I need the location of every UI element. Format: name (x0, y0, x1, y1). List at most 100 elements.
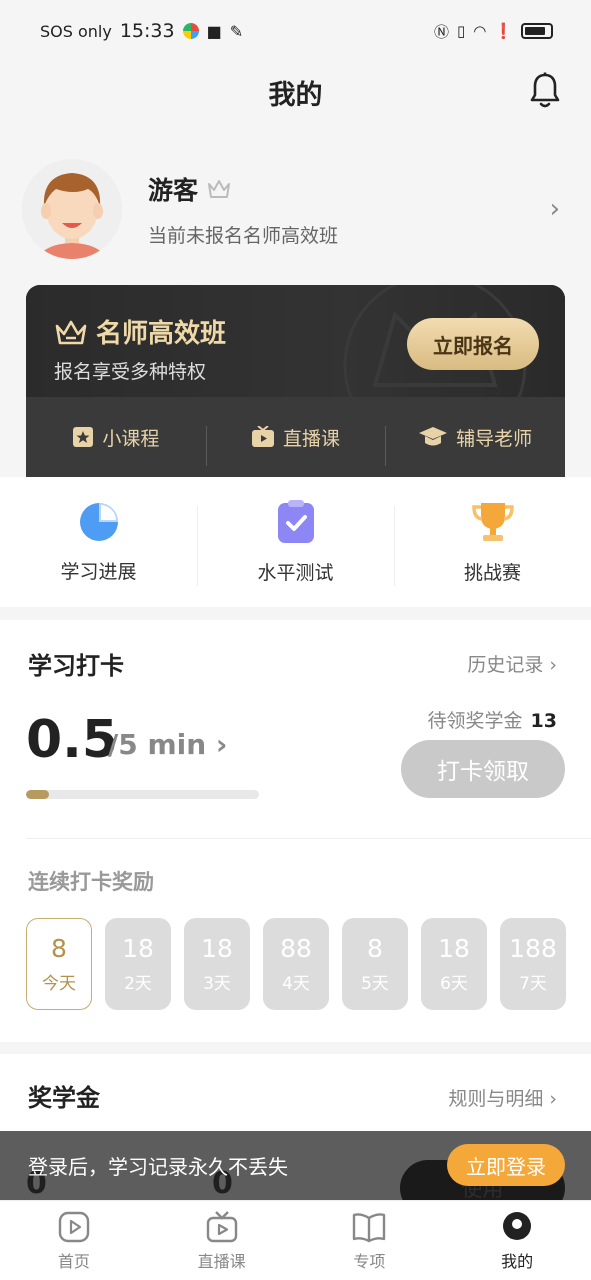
vip-feature-label: 直播课 (283, 427, 341, 450)
tv-icon (252, 426, 274, 447)
carrier-label: SOS only (40, 21, 112, 41)
vip-card: 名师高效班 报名享受多种特权 立即报名 小课程 直播课 辅导老师 (26, 285, 565, 477)
tool-grid: 学习进展 水平测试 挑战赛 (0, 477, 591, 607)
trophy-icon (471, 502, 514, 541)
clipboard-check-icon (277, 499, 314, 543)
streak-days: 8 今天 18 2天 18 3天 88 4天 8 5天 18 6天 188 7天 (26, 918, 566, 1010)
app-notification-icon (182, 23, 199, 39)
day-reward: 18 (122, 934, 154, 963)
bottom-tab-bar: 首页 直播课 专项 我的 (0, 1200, 591, 1280)
enroll-button[interactable]: 立即报名 (407, 318, 539, 370)
claim-button[interactable]: 打卡领取 (401, 740, 565, 798)
vip-feature-tutor[interactable]: 辅导老师 (385, 424, 565, 466)
tab-label: 专项 (353, 1251, 386, 1271)
tab-mine[interactable]: 我的 (443, 1201, 591, 1280)
chevron-right-icon: › (549, 654, 557, 676)
tab-topics[interactable]: 专项 (296, 1201, 444, 1280)
divider (26, 838, 591, 839)
tab-label: 我的 (501, 1251, 534, 1271)
pending-reward: 待领奖学金 13 (428, 706, 557, 733)
login-button[interactable]: 立即登录 (447, 1144, 565, 1186)
chevron-right-icon: › (215, 728, 228, 761)
graduation-cap-icon (419, 427, 448, 446)
vibrate-icon: ▯ (456, 22, 466, 40)
streak-day[interactable]: 88 4天 (263, 918, 329, 1010)
android-icon: ■ (206, 21, 222, 41)
history-label: 历史记录 (467, 654, 544, 676)
goal-minutes[interactable]: /5 min › (108, 728, 227, 761)
profile-icon (503, 1211, 532, 1240)
day-reward: 8 (367, 934, 383, 963)
login-banner: 登录后，学习记录永久不丢失 立即登录 (0, 1131, 591, 1200)
crown-icon (55, 320, 87, 344)
rules-link[interactable]: 规则与明细 › (448, 1084, 557, 1111)
pie-chart-icon (79, 502, 118, 541)
checkin-section: 学习打卡 历史记录 › 0.5 /5 min › 待领奖学金 13 打卡领取 连续… (0, 620, 591, 1042)
scholarship-title: 奖学金 (28, 1084, 100, 1112)
avatar-illustration (22, 159, 122, 259)
day-reward: 88 (280, 934, 312, 963)
nfc-icon: Ⓝ (433, 22, 449, 41)
pending-reward-value: 13 (530, 710, 557, 732)
goal-label: /5 min (108, 728, 207, 761)
day-label: 6天 (440, 974, 468, 994)
clock: 15:33 (119, 20, 175, 42)
streak-title: 连续打卡奖励 (28, 870, 154, 894)
wifi-icon: ◠ (473, 22, 487, 40)
day-reward: 8 (51, 934, 67, 963)
streak-day[interactable]: 8 今天 (26, 918, 92, 1010)
day-label: 今天 (42, 974, 76, 994)
page-header: 我的 (0, 62, 591, 122)
tv-icon (206, 1210, 237, 1242)
history-link[interactable]: 历史记录 › (467, 650, 557, 677)
day-label: 2天 (124, 974, 152, 994)
day-label: 4天 (282, 974, 310, 994)
chevron-right-icon: › (549, 194, 560, 224)
profile-row[interactable]: 游客 当前未报名名师高效班 › (22, 158, 572, 260)
bell-icon[interactable] (529, 72, 561, 110)
vip-feature-label: 辅导老师 (456, 427, 533, 450)
status-bar: SOS only 15:33 ■ ✎ Ⓝ ▯ ◠ ❗ (0, 0, 591, 62)
battery-icon (521, 23, 553, 39)
tool-label: 水平测试 (257, 561, 334, 584)
streak-day[interactable]: 188 7天 (500, 918, 566, 1010)
tool-label: 学习进展 (60, 560, 137, 583)
vip-feature-live-course[interactable]: 直播课 (205, 424, 386, 466)
alert-icon: ❗ (494, 22, 513, 40)
crown-outline-icon (208, 179, 231, 198)
tab-home[interactable]: 首页 (0, 1201, 148, 1280)
vip-feature-label: 小课程 (102, 427, 160, 450)
day-reward: 188 (509, 934, 557, 963)
vip-subtitle: 报名享受多种特权 (54, 361, 207, 383)
day-label: 3天 (203, 974, 231, 994)
login-banner-text: 登录后，学习记录永久不丢失 (28, 1155, 288, 1179)
progress-fill (26, 790, 50, 799)
star-book-icon (73, 427, 94, 447)
vip-title: 名师高效班 (96, 319, 227, 349)
chevron-right-icon: › (549, 1088, 557, 1110)
day-label: 7天 (519, 974, 547, 994)
tool-level-test[interactable]: 水平测试 (197, 499, 394, 586)
tool-study-progress[interactable]: 学习进展 (0, 501, 197, 584)
enrollment-status: 当前未报名名师高效班 (148, 224, 339, 247)
vip-feature-mini-course[interactable]: 小课程 (26, 424, 206, 451)
avatar[interactable] (22, 159, 122, 259)
pending-reward-label: 待领奖学金 (427, 710, 523, 732)
day-reward: 18 (201, 934, 233, 963)
tab-label: 直播课 (197, 1251, 246, 1271)
tab-live[interactable]: 直播课 (148, 1201, 296, 1280)
user-name: 游客 (148, 175, 199, 205)
link-icon: ✎ (229, 21, 244, 41)
play-circle-icon (58, 1211, 90, 1242)
day-label: 5天 (361, 974, 389, 994)
day-reward: 18 (438, 934, 470, 963)
streak-day[interactable]: 18 6天 (421, 918, 487, 1010)
today-minutes: 0.5 (26, 710, 119, 770)
book-icon (353, 1212, 386, 1242)
streak-day[interactable]: 18 2天 (105, 918, 171, 1010)
rules-label: 规则与明细 (448, 1088, 544, 1110)
tool-challenge[interactable]: 挑战赛 (394, 500, 591, 586)
checkin-title: 学习打卡 (28, 652, 124, 680)
streak-day[interactable]: 8 5天 (342, 918, 408, 1010)
streak-day[interactable]: 18 3天 (184, 918, 250, 1010)
